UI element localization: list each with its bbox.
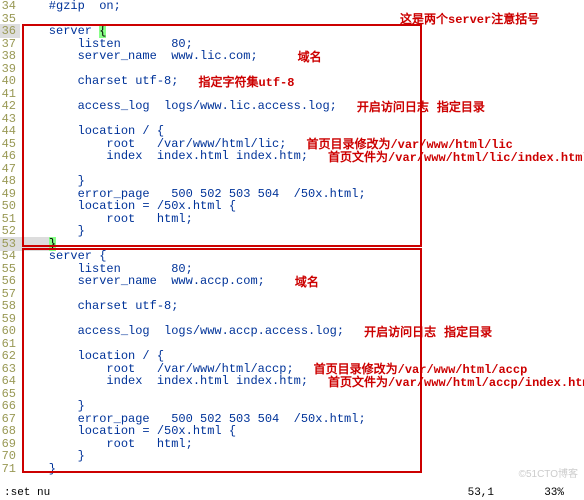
code-text: charset utf-8; — [20, 299, 178, 313]
vim-statusbar: :set nu 53,1 33% — [0, 485, 584, 500]
status-percent: 33% — [544, 487, 564, 499]
line-number: 71 — [0, 462, 20, 476]
code-text: access_log logs/www.accp.access.log; — [20, 324, 344, 338]
code-text: server_name www.lic.com; — [20, 49, 258, 63]
status-command: :set nu — [4, 487, 50, 499]
code-editor[interactable]: 34 #gzip on; 35这是两个server注意括号 36 server … — [0, 0, 584, 478]
code-text: server_name www.accp.com; — [20, 274, 265, 288]
code-text: index index.html index.htm; — [20, 374, 308, 388]
watermark: ©51CTO博客 — [519, 465, 578, 480]
code-text: } — [20, 462, 56, 476]
status-position: 53,1 — [468, 487, 494, 499]
code-text: charset utf-8; — [20, 74, 178, 88]
code-text: index index.html index.htm; — [20, 149, 308, 163]
code-text: access_log logs/www.lic.access.log; — [20, 99, 337, 113]
